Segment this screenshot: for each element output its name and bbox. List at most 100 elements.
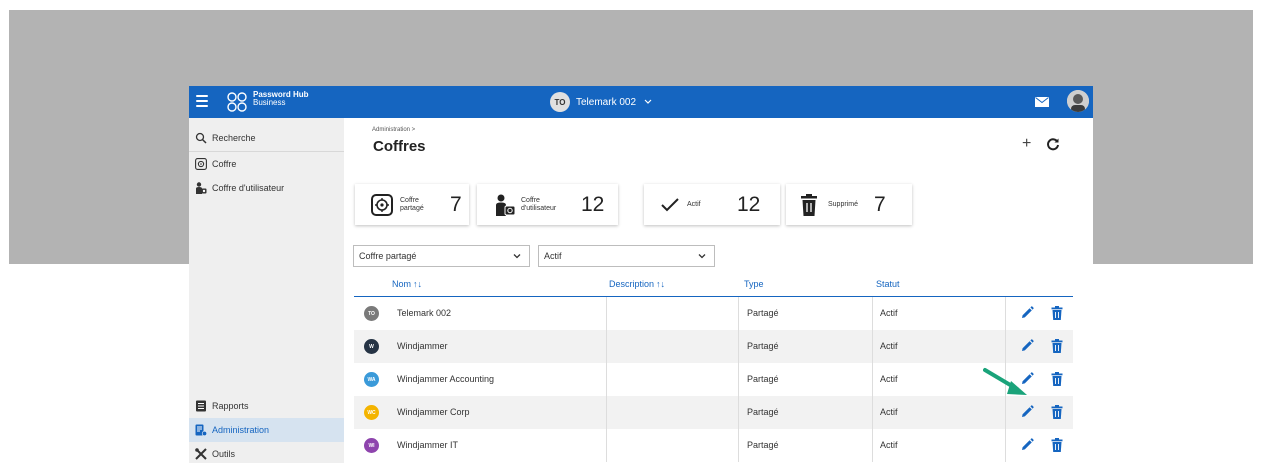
search-icon [195, 132, 207, 144]
delete-icon[interactable] [1051, 438, 1063, 452]
table-row[interactable]: WI Windjammer IT Partagé Actif [354, 429, 1073, 462]
cell-divider [1005, 396, 1006, 429]
stat-value: 12 [737, 192, 761, 216]
cell-divider [1005, 297, 1006, 330]
main-content: Administration > Coffres + Coffre partagé… [344, 118, 1093, 463]
type-filter-select[interactable]: Coffre partagé [353, 245, 530, 267]
menu-icon[interactable] [196, 95, 208, 109]
sidebar-item-user-vault[interactable]: Coffre d'utilisateur [189, 176, 344, 200]
delete-icon[interactable] [1051, 339, 1063, 353]
vault-status: Actif [880, 407, 898, 417]
stat-value: 7 [874, 192, 886, 216]
user-avatar[interactable] [1067, 90, 1089, 112]
column-header-type[interactable]: Type [744, 279, 764, 289]
column-header-description[interactable]: Description ↑↓ [609, 279, 665, 289]
vault-avatar: TO [364, 306, 379, 321]
logo-icon [227, 92, 247, 112]
cell-divider [606, 363, 607, 396]
stat-card-user-vault[interactable]: Coffre d'utilisateur 12 [477, 184, 618, 225]
vault-status: Actif [880, 374, 898, 384]
cell-divider [738, 330, 739, 363]
refresh-icon[interactable] [1046, 137, 1060, 151]
cell-divider [872, 297, 873, 330]
table-row[interactable]: WA Windjammer Accounting Partagé Actif [354, 363, 1073, 396]
vault-icon [195, 158, 207, 170]
table-row[interactable]: TO Telemark 002 Partagé Actif [354, 297, 1073, 330]
vault-avatar: WA [364, 372, 379, 387]
vault-type: Partagé [747, 341, 779, 351]
app-window: Password Hub Business TO Telemark 002 Re… [189, 86, 1093, 463]
sidebar-item-administration[interactable]: Administration [189, 418, 344, 442]
breadcrumb[interactable]: Administration > [372, 127, 415, 133]
cell-divider [606, 297, 607, 330]
cell-divider [872, 330, 873, 363]
vault-name[interactable]: Telemark 002 [397, 308, 451, 318]
stat-label: Supprimé [828, 200, 858, 208]
cell-divider [606, 330, 607, 363]
vault-type: Partagé [747, 308, 779, 318]
vault-status: Actif [880, 308, 898, 318]
edit-icon[interactable] [1020, 306, 1034, 320]
sort-icon[interactable]: ↑↓ [656, 279, 665, 289]
workspace-selector[interactable]: TO Telemark 002 [550, 92, 652, 112]
cell-divider [606, 396, 607, 429]
sidebar-item-tools[interactable]: Outils [189, 442, 344, 463]
vault-avatar: WC [364, 405, 379, 420]
vault-name[interactable]: Windjammer IT [397, 440, 458, 450]
status-filter-select[interactable]: Actif [538, 245, 715, 267]
shared-vault-icon [371, 193, 393, 216]
add-button[interactable]: + [1022, 135, 1031, 153]
cell-divider [738, 363, 739, 396]
column-header-name[interactable]: Nom ↑↓ [392, 279, 422, 289]
column-header-status[interactable]: Statut [876, 279, 900, 289]
vault-type: Partagé [747, 440, 779, 450]
sidebar-item-reports[interactable]: Rapports [189, 394, 344, 418]
top-bar: Password Hub Business TO Telemark 002 [189, 86, 1093, 118]
stat-card-shared-vault[interactable]: Coffre partagé 7 [355, 184, 469, 225]
sidebar-item-label: Coffre [212, 159, 237, 169]
vault-name[interactable]: Windjammer [397, 341, 448, 351]
edit-icon[interactable] [1020, 405, 1034, 419]
chevron-down-icon [644, 99, 652, 104]
cell-divider [1005, 330, 1006, 363]
sidebar-item-search[interactable]: Recherche [189, 126, 344, 150]
vault-avatar: WI [364, 438, 379, 453]
user-vault-icon [196, 182, 207, 194]
sidebar-item-vault[interactable]: Coffre [189, 152, 344, 176]
table-row[interactable]: WC Windjammer Corp Partagé Actif [354, 396, 1073, 429]
check-icon [661, 197, 679, 211]
delete-icon[interactable] [1051, 405, 1063, 419]
stat-label: Coffre partagé [400, 196, 424, 212]
vault-status: Actif [880, 440, 898, 450]
vault-name[interactable]: Windjammer Accounting [397, 374, 494, 384]
delete-icon[interactable] [1051, 372, 1063, 386]
table-row[interactable]: W Windjammer Partagé Actif [354, 330, 1073, 363]
stat-card-active[interactable]: Actif 12 [644, 184, 780, 225]
tools-icon [195, 448, 207, 460]
edit-icon[interactable] [1020, 339, 1034, 353]
stat-label: Coffre d'utilisateur [521, 196, 557, 212]
cell-divider [872, 429, 873, 462]
vault-type: Partagé [747, 374, 779, 384]
delete-icon[interactable] [1051, 306, 1063, 320]
vault-type: Partagé [747, 407, 779, 417]
stat-card-deleted[interactable]: Supprimé 7 [786, 184, 912, 225]
sort-icon[interactable]: ↑↓ [413, 279, 422, 289]
edit-icon[interactable] [1020, 438, 1034, 452]
workspace-name: Telemark 002 [576, 96, 637, 108]
sidebar: Recherche Coffre Coffre d'utilisateur Ra… [189, 118, 344, 463]
stat-value: 7 [450, 192, 462, 216]
vault-status: Actif [880, 341, 898, 351]
sidebar-item-label: Recherche [212, 133, 256, 143]
vault-avatar: W [364, 339, 379, 354]
mail-icon[interactable] [1035, 97, 1049, 107]
trash-icon [801, 193, 817, 216]
stat-label: Actif [687, 200, 701, 208]
cell-divider [606, 429, 607, 462]
brand-sub: Business [253, 98, 286, 107]
sidebar-item-label: Administration [212, 425, 270, 435]
reports-icon [196, 400, 206, 412]
vault-name[interactable]: Windjammer Corp [397, 407, 470, 417]
status-filter-value: Actif [544, 251, 562, 261]
cell-divider [872, 363, 873, 396]
